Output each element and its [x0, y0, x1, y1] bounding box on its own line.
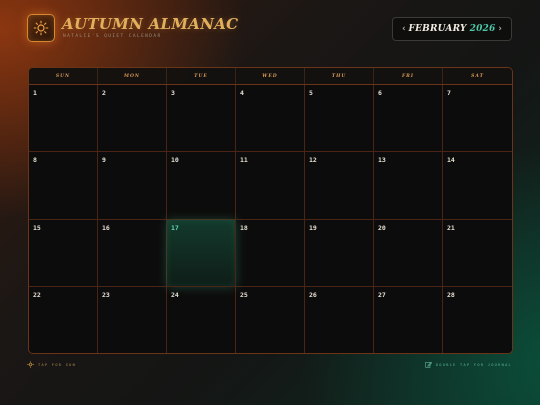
day-cell[interactable]: 14 — [443, 152, 512, 220]
day-cell[interactable]: 1 — [29, 85, 98, 153]
day-number: 20 — [378, 223, 386, 232]
day-cell[interactable]: 11 — [236, 152, 305, 220]
day-number: 19 — [309, 223, 317, 232]
journal-hint: DOUBLE TAP FOR JOURNAL — [425, 361, 512, 368]
weekday-label: WED — [236, 68, 305, 84]
day-number: 6 — [378, 89, 382, 97]
day-cell[interactable]: 16 — [98, 219, 167, 287]
day-number: 12 — [309, 156, 317, 165]
month-navigator: ‹ FEBRUARY 2026 › — [392, 17, 512, 41]
day-number: 2 — [102, 89, 106, 97]
day-number: 4 — [240, 89, 244, 97]
day-cell[interactable]: 26 — [305, 286, 374, 353]
sun-icon — [33, 20, 49, 36]
day-grid: 1 2 3 4 5 6 7 8 9 10 11 12 13 14 15 16 1… — [29, 85, 512, 353]
day-number: 8 — [33, 156, 37, 165]
calendar-grid: SUN MON TUE WED THU FRI SAT 1 2 3 4 5 6 … — [28, 67, 513, 354]
weekday-label: MON — [98, 68, 167, 84]
day-cell[interactable]: 13 — [374, 152, 443, 220]
day-number: 7 — [447, 89, 451, 97]
day-number: 15 — [33, 223, 41, 232]
edit-icon — [425, 361, 432, 368]
month-name: FEBRUARY — [408, 24, 467, 34]
day-cell[interactable]: 23 — [98, 286, 167, 353]
sun-hint: TAP FOR SUN — [27, 361, 76, 368]
day-number: 10 — [171, 156, 179, 165]
day-cell-today[interactable]: 17 — [167, 219, 236, 287]
day-cell[interactable]: 10 — [167, 152, 236, 220]
day-cell[interactable]: 25 — [236, 286, 305, 353]
day-number: 28 — [447, 290, 455, 299]
day-cell[interactable]: 2 — [98, 85, 167, 153]
day-cell[interactable]: 7 — [443, 85, 512, 153]
weekday-label: FRI — [374, 68, 443, 84]
day-cell[interactable]: 18 — [236, 219, 305, 287]
app-title: AUTUMN ALMANAC — [62, 15, 239, 33]
day-cell[interactable]: 12 — [305, 152, 374, 220]
current-month-label: FEBRUARY 2026 — [409, 24, 496, 34]
day-number: 13 — [378, 156, 386, 165]
day-number: 14 — [447, 156, 455, 165]
day-number: 26 — [309, 290, 317, 299]
app-subtitle: NATALIE'S QUIET CALENDAR — [63, 34, 162, 39]
chevron-right-icon[interactable]: › — [495, 24, 505, 34]
day-number: 5 — [309, 89, 313, 97]
day-cell[interactable]: 6 — [374, 85, 443, 153]
day-number: 11 — [240, 156, 248, 165]
chevron-left-icon[interactable]: ‹ — [399, 24, 409, 34]
day-cell[interactable]: 9 — [98, 152, 167, 220]
day-number: 3 — [171, 89, 175, 97]
weekday-label: THU — [305, 68, 374, 84]
day-number: 18 — [240, 223, 248, 232]
day-number: 24 — [171, 290, 179, 299]
day-number: 16 — [102, 223, 110, 232]
weekday-header: SUN MON TUE WED THU FRI SAT — [29, 68, 512, 85]
weekday-label: SAT — [471, 73, 484, 79]
day-number: 17 — [171, 223, 179, 232]
weekday-label: TUE — [167, 68, 236, 84]
day-number: 25 — [240, 290, 248, 299]
day-cell[interactable]: 28 — [443, 286, 512, 353]
day-number: 23 — [102, 290, 110, 299]
day-number: 27 — [378, 290, 386, 299]
sun-hint-text: TAP FOR SUN — [38, 362, 77, 367]
day-cell[interactable]: 4 — [236, 85, 305, 153]
sun-icon — [27, 361, 34, 368]
day-number: 1 — [33, 89, 37, 97]
weekday-label: SUN — [29, 68, 98, 84]
day-cell[interactable]: 24 — [167, 286, 236, 353]
day-cell[interactable]: 3 — [167, 85, 236, 153]
logo-badge[interactable] — [27, 14, 55, 42]
day-number: 21 — [447, 223, 455, 232]
day-number: 9 — [102, 156, 106, 165]
day-cell[interactable]: 27 — [374, 286, 443, 353]
day-cell[interactable]: 21 — [443, 219, 512, 287]
day-cell[interactable]: 8 — [29, 152, 98, 220]
day-number: 22 — [33, 290, 41, 299]
day-cell[interactable]: 19 — [305, 219, 374, 287]
day-cell[interactable]: 20 — [374, 219, 443, 287]
day-cell[interactable]: 22 — [29, 286, 98, 353]
day-cell[interactable]: 15 — [29, 219, 98, 287]
day-cell[interactable]: 5 — [305, 85, 374, 153]
journal-hint-text: DOUBLE TAP FOR JOURNAL — [435, 362, 512, 367]
month-year: 2026 — [469, 24, 496, 34]
